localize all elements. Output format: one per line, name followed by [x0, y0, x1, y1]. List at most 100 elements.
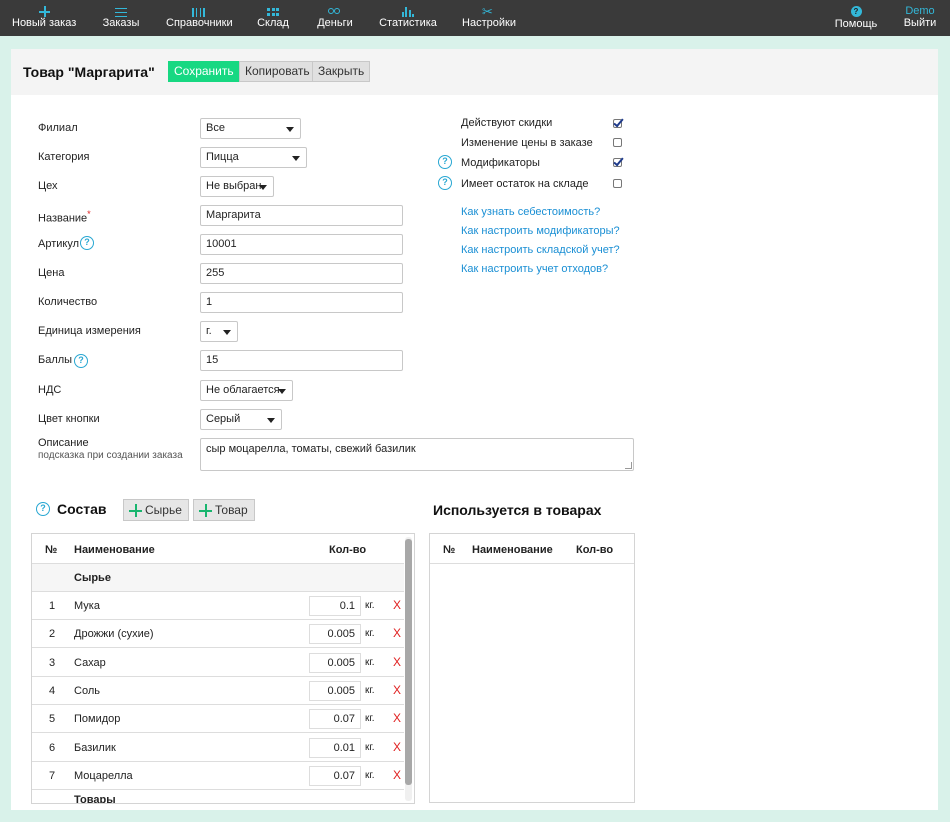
- nav-references[interactable]: Справочники: [166, 0, 233, 36]
- name-input[interactable]: Маргарита: [200, 205, 403, 226]
- user-name: Demo: [905, 5, 935, 17]
- add-raw-label: Сырье: [145, 503, 182, 517]
- description-hint: подсказка при создании заказа: [38, 450, 183, 461]
- points-label: Баллы: [38, 354, 73, 366]
- required-mark: *: [87, 209, 91, 219]
- row-delete-button[interactable]: X: [393, 683, 401, 697]
- link-waste[interactable]: Как настроить учет отходов?: [461, 263, 608, 275]
- stock-checkbox[interactable]: [613, 179, 622, 188]
- plus-icon: [129, 504, 142, 517]
- composition-title: Состав: [57, 501, 107, 517]
- row-num: 4: [49, 684, 56, 697]
- nav-new-order-label: Новый заказ: [12, 17, 77, 29]
- row-unit: кг.: [365, 684, 375, 696]
- link-warehouse[interactable]: Как настроить складской учет?: [461, 244, 620, 256]
- row-delete-button[interactable]: X: [393, 768, 401, 782]
- description-textarea[interactable]: сыр моцарелла, томаты, свежий базилик: [200, 438, 634, 471]
- sku-help-icon[interactable]: ?: [80, 236, 94, 250]
- row-name: Помидор: [74, 713, 121, 726]
- workshop-label: Цех: [38, 180, 58, 192]
- row-name: Моцарелла: [74, 769, 133, 782]
- row-unit: кг.: [365, 628, 375, 640]
- quantity-input[interactable]: 1: [200, 292, 403, 313]
- link-cost-price[interactable]: Как узнать себестоимость?: [461, 206, 600, 218]
- col-name: Наименование: [74, 544, 155, 556]
- group-raw-label: Сырье: [74, 572, 111, 584]
- button-color-select[interactable]: Серый: [200, 409, 282, 430]
- row-qty-input[interactable]: 0.07: [309, 765, 361, 786]
- price-change-label: Изменение цены в заказе: [461, 137, 593, 149]
- composition-row: 7 Моцарелла 0.07 кг. X: [32, 762, 404, 790]
- discounts-checkbox[interactable]: [613, 119, 622, 128]
- top-navigation-bar: Новый заказ Заказы Справочники Склад Ден…: [0, 0, 950, 36]
- row-num: 5: [49, 713, 56, 726]
- row-num: 3: [49, 656, 56, 669]
- composition-help-icon[interactable]: ?: [36, 502, 50, 516]
- composition-row: 4 Соль 0.005 кг. X: [32, 677, 404, 705]
- save-button[interactable]: Сохранить: [168, 61, 240, 82]
- row-delete-button[interactable]: X: [393, 655, 401, 669]
- price-change-checkbox[interactable]: [613, 138, 622, 147]
- nav-orders[interactable]: Заказы: [100, 0, 142, 36]
- nav-settings[interactable]: ✂ Настройки: [462, 0, 516, 36]
- sku-label: Артикул: [38, 238, 80, 250]
- nav-user-logout[interactable]: Demo Выйти: [900, 0, 940, 36]
- group-products-row: Товары: [32, 788, 404, 804]
- help-icon: ?: [850, 6, 862, 17]
- row-name: Дрожжи (сухие): [74, 628, 154, 641]
- modifiers-label: Модификаторы: [461, 157, 540, 169]
- composition-table: № Наименование Кол-во Сырье 1 Мука 0.1 кг. X…: [31, 533, 415, 804]
- close-button[interactable]: Закрыть: [312, 61, 371, 82]
- copy-button[interactable]: Копировать: [239, 61, 316, 82]
- row-qty-input[interactable]: 0.1: [309, 596, 361, 616]
- category-label: Категория: [38, 151, 90, 163]
- category-select[interactable]: Пицца: [200, 147, 307, 168]
- points-input[interactable]: 15: [200, 350, 403, 371]
- group-raw-row: Сырье: [32, 564, 404, 592]
- description-label: Описание: [38, 437, 89, 449]
- col-qty: Кол-во: [329, 544, 367, 556]
- money-icon: [328, 7, 342, 15]
- price-input[interactable]: 255: [200, 263, 403, 284]
- row-num: 2: [49, 628, 56, 641]
- sku-input[interactable]: 10001: [200, 234, 403, 255]
- row-delete-button[interactable]: X: [393, 598, 401, 612]
- row-delete-button[interactable]: X: [393, 740, 401, 754]
- points-help-icon[interactable]: ?: [74, 354, 88, 368]
- modifiers-checkbox[interactable]: [613, 158, 622, 167]
- used-in-table: № Наименование Кол-во: [429, 533, 635, 803]
- row-qty-input[interactable]: 0.005: [309, 624, 361, 645]
- name-label-text: Название: [38, 212, 88, 225]
- group-products-label: Товары: [74, 794, 116, 804]
- nav-statistics[interactable]: Статистика: [379, 0, 437, 36]
- vat-select[interactable]: Не облагается: [200, 380, 293, 401]
- stats-icon: [402, 7, 414, 17]
- price-label: Цена: [38, 267, 65, 279]
- nav-help-label: Помощь: [834, 18, 878, 30]
- quantity-label: Количество: [38, 296, 98, 308]
- modifiers-help-icon[interactable]: ?: [438, 155, 452, 169]
- row-qty-input[interactable]: 0.07: [309, 709, 361, 730]
- nav-help[interactable]: ? Помощь: [834, 0, 878, 36]
- link-modifiers[interactable]: Как настроить модификаторы?: [461, 225, 620, 237]
- nav-references-label: Справочники: [166, 17, 233, 29]
- nav-new-order[interactable]: Новый заказ: [12, 0, 76, 36]
- used-in-title: Используется в товарах: [433, 502, 602, 518]
- composition-scrollbar[interactable]: [405, 537, 412, 801]
- row-unit: кг.: [365, 713, 375, 725]
- row-qty-input[interactable]: 0.01: [309, 737, 361, 758]
- row-delete-button[interactable]: X: [393, 626, 401, 640]
- nav-money[interactable]: Деньги: [316, 0, 354, 36]
- nav-warehouse[interactable]: Склад: [255, 0, 291, 36]
- row-delete-button[interactable]: X: [393, 711, 401, 725]
- row-unit: кг.: [365, 656, 375, 668]
- branch-select[interactable]: Все: [200, 118, 301, 139]
- workshop-select[interactable]: Не выбран: [200, 176, 274, 197]
- row-qty-input[interactable]: 0.005: [309, 680, 361, 701]
- stock-help-icon[interactable]: ?: [438, 176, 452, 190]
- add-raw-button[interactable]: Сырье: [123, 499, 189, 521]
- unit-select[interactable]: г.: [200, 321, 238, 342]
- row-qty-input[interactable]: 0.005: [309, 652, 361, 673]
- add-product-button[interactable]: Товар: [193, 499, 255, 521]
- button-color-label: Цвет кнопки: [38, 413, 100, 425]
